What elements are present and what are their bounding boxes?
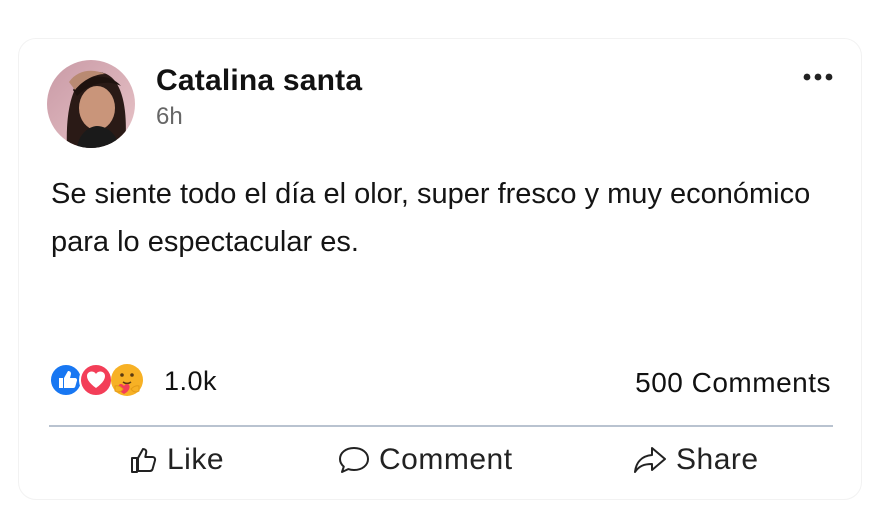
- comment-label: Comment: [379, 443, 513, 476]
- comment-button[interactable]: Comment: [337, 438, 513, 482]
- post-timestamp[interactable]: 6h: [156, 103, 183, 131]
- reaction-count[interactable]: 1.0k: [164, 366, 217, 397]
- more-horizontal-icon: [803, 73, 833, 81]
- care-reaction-icon: [111, 364, 143, 396]
- divider: [49, 425, 833, 427]
- author-avatar[interactable]: [47, 60, 135, 148]
- thumbs-up-icon: [131, 448, 157, 473]
- post-text: Se siente todo el día el olor, super fre…: [51, 178, 811, 258]
- share-label: Share: [676, 443, 759, 476]
- like-label: Like: [167, 443, 225, 476]
- comments-count[interactable]: 500 Comments: [635, 367, 831, 399]
- share-arrow-icon: [634, 447, 666, 473]
- love-reaction-icon: [79, 363, 113, 397]
- like-button[interactable]: Like: [129, 438, 224, 482]
- post-card: [18, 38, 862, 500]
- share-button[interactable]: Share: [632, 438, 759, 482]
- author-name[interactable]: Catalina santa: [156, 64, 362, 98]
- more-options-button[interactable]: [800, 66, 836, 88]
- comment-bubble-icon: [339, 447, 369, 473]
- reaction-icons[interactable]: [49, 363, 145, 397]
- like-reaction-icon: [49, 363, 83, 397]
